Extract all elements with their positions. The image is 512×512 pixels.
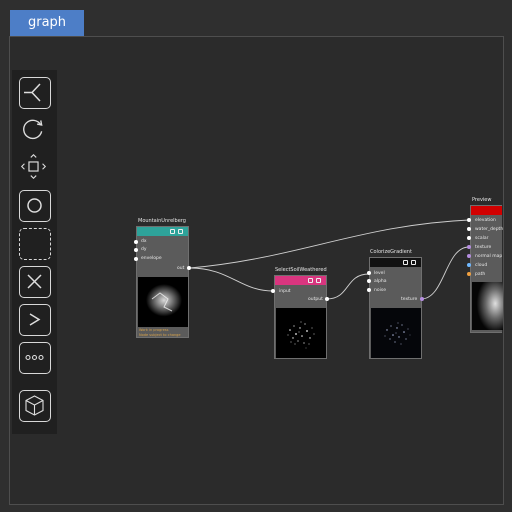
input-dot-dy[interactable]: [134, 248, 138, 252]
input-dot-elevation[interactable]: [467, 218, 471, 222]
input-dot-envelope[interactable]: [134, 257, 138, 261]
node-header-mountain[interactable]: [137, 227, 188, 236]
port-dy: dy: [141, 247, 147, 252]
node-title-preview: Preview: [472, 197, 492, 203]
input-dot-scalar[interactable]: [467, 236, 471, 240]
output-dot-output[interactable]: [325, 297, 329, 301]
port-path: path: [475, 272, 486, 277]
refresh-icon[interactable]: [308, 278, 313, 283]
tool-palette: [12, 70, 57, 434]
chevron-right-icon[interactable]: [19, 304, 51, 336]
terrain-preview: [472, 282, 503, 330]
node-header-select[interactable]: [275, 276, 326, 285]
tab-graph[interactable]: graph: [10, 10, 84, 36]
input-dot-level[interactable]: [367, 271, 371, 275]
graph-canvas[interactable]: [9, 36, 504, 505]
save-icon[interactable]: [411, 260, 416, 265]
node-preview[interactable]: elevation water_depth scalar texture nor…: [470, 205, 504, 333]
dashed-square-icon[interactable]: [19, 228, 51, 260]
save-icon[interactable]: [178, 229, 183, 234]
node-title-mountain: MountainUnrelberg: [138, 218, 186, 224]
node-header-colorize[interactable]: [370, 258, 421, 267]
port-input: input: [279, 289, 291, 294]
port-texture-in: texture: [475, 245, 492, 250]
input-dot-normal-map[interactable]: [467, 254, 471, 258]
port-alpha: alpha: [374, 279, 387, 284]
heightmap-preview: [138, 277, 188, 327]
status-wip: Work in progress: [139, 328, 169, 332]
input-dot-noise[interactable]: [367, 288, 371, 292]
input-dot-water-depth[interactable]: [467, 227, 471, 231]
input-dot-input[interactable]: [271, 289, 275, 293]
more-dots-icon[interactable]: [19, 342, 51, 374]
node-title-colorize: ColorizeGradient: [370, 249, 412, 255]
input-dot-dx[interactable]: [134, 240, 138, 244]
port-texture: texture: [401, 297, 418, 302]
save-icon[interactable]: [316, 278, 321, 283]
port-scalar: scalar: [475, 236, 489, 241]
port-dx: dx: [141, 239, 147, 244]
port-water-depth: water_depth: [475, 227, 504, 232]
node-header-preview[interactable]: [471, 206, 502, 215]
refresh-icon[interactable]: [170, 229, 175, 234]
node-colorize[interactable]: level alpha noise texture: [369, 257, 422, 359]
circle-icon[interactable]: [19, 190, 51, 222]
colorized-preview: [371, 308, 421, 358]
input-dot-alpha[interactable]: [367, 279, 371, 283]
port-output: output: [308, 297, 323, 302]
input-dot-texture[interactable]: [467, 245, 471, 249]
port-level: level: [374, 271, 385, 276]
output-dot-texture[interactable]: [420, 297, 424, 301]
port-elevation: elevation: [475, 218, 496, 223]
port-normal-map: normal map: [475, 254, 503, 259]
rotate-icon[interactable]: [19, 115, 51, 147]
port-cloud: cloud: [475, 263, 488, 268]
node-mountain[interactable]: dx dy envelope out Work in progress Node…: [136, 226, 189, 338]
input-dot-cloud[interactable]: [467, 263, 471, 267]
cube-icon[interactable]: [19, 390, 51, 422]
status-subject-to-change: Node subject to change: [139, 333, 181, 337]
node-select[interactable]: input output: [274, 275, 327, 359]
split-icon[interactable]: [19, 77, 51, 109]
port-noise: noise: [374, 288, 386, 293]
node-title-select: SelectSoilWeathered: [275, 267, 327, 273]
port-out: out: [177, 266, 185, 271]
move-arrows-icon[interactable]: [19, 152, 51, 184]
soil-mask-preview: [276, 308, 326, 358]
output-dot-out[interactable]: [187, 266, 191, 270]
input-dot-path[interactable]: [467, 272, 471, 276]
port-envelope: envelope: [141, 256, 162, 261]
x-icon[interactable]: [19, 266, 51, 298]
refresh-icon[interactable]: [403, 260, 408, 265]
